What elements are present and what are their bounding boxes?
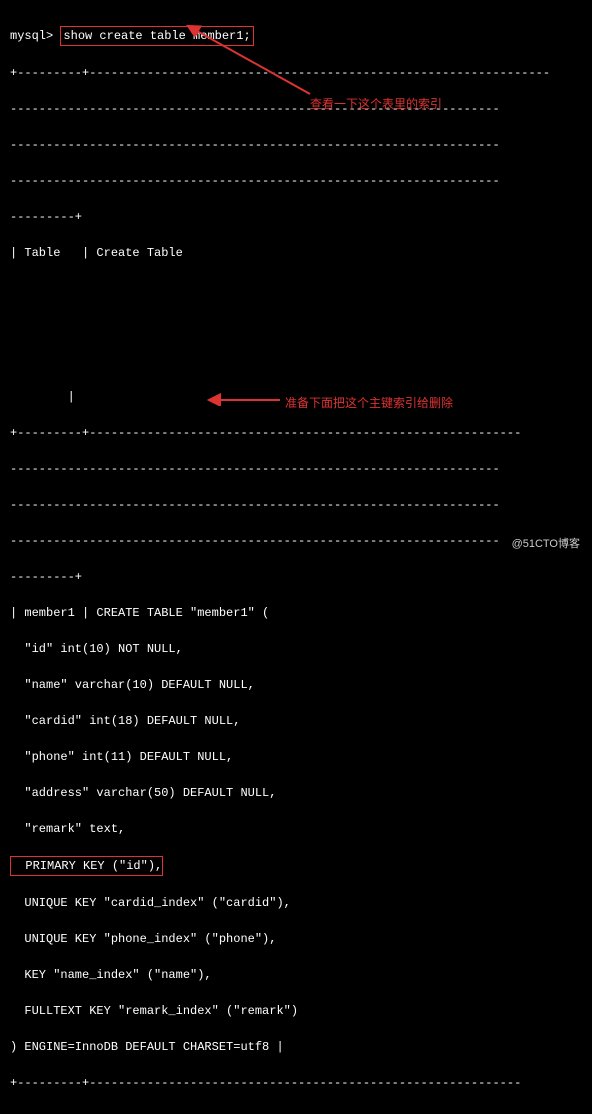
arrow-down-icon (180, 22, 320, 97)
ddl-line: "phone" int(11) DEFAULT NULL, (10, 748, 582, 766)
ddl-line: UNIQUE KEY "cardid_index" ("cardid"), (10, 894, 582, 912)
ddl-line: "address" varchar(50) DEFAULT NULL, (10, 784, 582, 802)
ddl-line: "id" int(10) NOT NULL, (10, 640, 582, 658)
rule-line: ----------------------------------------… (10, 532, 582, 550)
rule-line: ----------------------------------------… (10, 172, 582, 190)
rule-line: ----------------------------------------… (10, 136, 582, 154)
ddl-line: UNIQUE KEY "phone_index" ("phone"), (10, 930, 582, 948)
rule-line: +---------+-----------------------------… (10, 424, 582, 442)
ddl-line: FULLTEXT KEY "remark_index" ("remark") (10, 1002, 582, 1020)
annotation-text: 查看一下这个表里的索引 (310, 95, 442, 113)
terminal-output: mysql> show create table member1; +-----… (0, 0, 592, 1114)
rule-line: +---------+-----------------------------… (10, 1074, 582, 1092)
rule-line: ----------------------------------------… (10, 460, 582, 478)
rule-line: ---------+ (10, 568, 582, 586)
primary-key-line: PRIMARY KEY ("id"), (10, 856, 582, 876)
ddl-line: "name" varchar(10) DEFAULT NULL, (10, 676, 582, 694)
rule-line: ----------------------------------------… (10, 1110, 582, 1114)
annotation-text: 准备下面把这个主键索引给删除 (285, 394, 453, 412)
ddl-line: | member1 | CREATE TABLE "member1" ( (10, 604, 582, 622)
ddl-line: ) ENGINE=InnoDB DEFAULT CHARSET=utf8 | (10, 1038, 582, 1056)
table-header: | Table | Create Table (10, 244, 582, 262)
ddl-line: "remark" text, (10, 820, 582, 838)
ddl-line: "cardid" int(18) DEFAULT NULL, (10, 712, 582, 730)
watermark: @51CTO博客 (512, 536, 580, 553)
ddl-line: KEY "name_index" ("name"), (10, 966, 582, 984)
rule-line: ----------------------------------------… (10, 496, 582, 514)
rule-line: ----------------------------------------… (10, 100, 582, 118)
rule-line: ---------+ (10, 208, 582, 226)
arrow-left-icon (205, 390, 285, 408)
mysql-prompt[interactable]: mysql> (10, 29, 53, 43)
primary-key-box: PRIMARY KEY ("id"), (10, 856, 163, 876)
